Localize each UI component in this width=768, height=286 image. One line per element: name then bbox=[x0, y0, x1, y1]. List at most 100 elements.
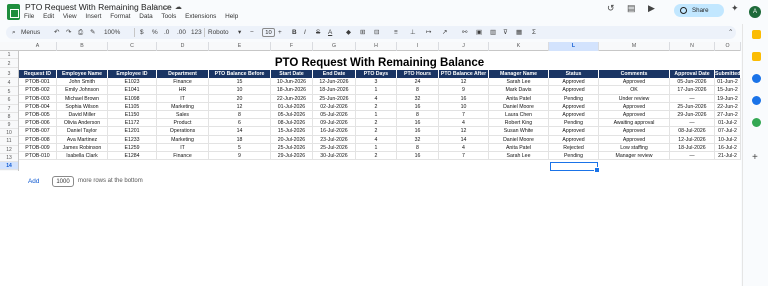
filter-views-icon[interactable]: ▦ bbox=[516, 27, 522, 38]
table-cell[interactable]: 05-Jul-2026 bbox=[271, 111, 313, 120]
table-cell[interactable]: 08-Jul-2026 bbox=[670, 127, 715, 136]
table-cell[interactable]: John Smith bbox=[57, 78, 108, 87]
merge-cells-icon[interactable]: ⊟ bbox=[374, 27, 379, 38]
table-cell[interactable]: 23-Jul-2026 bbox=[313, 135, 356, 144]
table-cell[interactable]: 9 bbox=[209, 152, 271, 161]
functions-icon[interactable]: Σ bbox=[532, 27, 536, 38]
header-cell[interactable]: Employee Name bbox=[57, 70, 108, 79]
borders-icon[interactable]: ⊞ bbox=[360, 27, 365, 38]
table-cell[interactable]: 09-Jul-2026 bbox=[313, 119, 356, 128]
header-cell[interactable]: Employee ID bbox=[108, 70, 157, 79]
table-cell[interactable]: 18-Jun-2026 bbox=[271, 86, 313, 95]
table-cell[interactable]: 2 bbox=[356, 102, 397, 111]
table-cell[interactable]: 4 bbox=[356, 135, 397, 144]
cloud-icon[interactable]: ☁ bbox=[175, 4, 187, 11]
row-header-6[interactable]: 6 bbox=[0, 96, 18, 105]
gemini-icon[interactable]: ✦ bbox=[731, 3, 739, 14]
table-cell[interactable]: Ava Martinez bbox=[57, 135, 108, 144]
table-cell[interactable]: Isabella Clark bbox=[57, 152, 108, 161]
paint-format-icon[interactable]: ✎ bbox=[90, 27, 95, 38]
table-cell[interactable]: E1201 bbox=[108, 127, 157, 136]
table-cell[interactable]: 01-Jun-2 bbox=[715, 78, 741, 87]
table-cell[interactable]: Mark Davis bbox=[489, 86, 549, 95]
table-cell[interactable]: 19-Jun-2 bbox=[715, 94, 741, 103]
table-cell[interactable]: 2 bbox=[356, 119, 397, 128]
avatar[interactable]: A bbox=[749, 6, 761, 18]
table-cell[interactable]: PTOB-004 bbox=[19, 102, 57, 111]
folder-icon[interactable]: ▭ bbox=[163, 4, 175, 11]
table-cell[interactable]: — bbox=[670, 119, 715, 128]
table-cell[interactable]: Approved bbox=[599, 78, 670, 87]
table-cell[interactable]: 7 bbox=[439, 111, 489, 120]
table-cell[interactable]: 18 bbox=[209, 135, 271, 144]
table-cell[interactable]: 15-Jul-2026 bbox=[271, 127, 313, 136]
table-cell[interactable]: 05-Jun-2026 bbox=[670, 78, 715, 87]
sheets-logo-icon[interactable] bbox=[7, 4, 20, 20]
table-cell[interactable]: PTOB-007 bbox=[19, 127, 57, 136]
header-cell[interactable]: PTO Balance Before bbox=[209, 70, 271, 79]
menu-insert[interactable]: Insert bbox=[85, 13, 101, 20]
table-cell[interactable]: IT bbox=[157, 143, 209, 152]
collapse-toolbar-icon[interactable]: ⌃ bbox=[728, 27, 733, 38]
table-cell[interactable]: 05-Jul-2026 bbox=[313, 111, 356, 120]
decrease-font-icon[interactable]: − bbox=[250, 27, 254, 38]
table-cell[interactable]: 16-Jul-2 bbox=[715, 143, 741, 152]
table-cell[interactable]: Under review bbox=[599, 94, 670, 103]
table-cell[interactable]: 4 bbox=[439, 143, 489, 152]
table-cell[interactable]: 25-Jul-2026 bbox=[313, 143, 356, 152]
table-cell[interactable]: 7 bbox=[439, 152, 489, 161]
table-cell[interactable]: 12 bbox=[439, 78, 489, 87]
column-header-b[interactable]: B bbox=[57, 42, 108, 51]
table-cell[interactable]: 2 bbox=[356, 152, 397, 161]
table-cell[interactable]: 10-Jun-2026 bbox=[271, 78, 313, 87]
menu-tools[interactable]: Tools bbox=[161, 13, 176, 20]
row-header-3[interactable]: 3 bbox=[0, 70, 18, 78]
table-cell[interactable]: 10-Jul-2 bbox=[715, 135, 741, 144]
table-cell[interactable]: 30-Jul-2026 bbox=[313, 152, 356, 161]
row-header-9[interactable]: 9 bbox=[0, 121, 18, 130]
row-header-11[interactable]: 11 bbox=[0, 137, 18, 146]
row-header-14[interactable]: 14 bbox=[0, 162, 18, 171]
table-cell[interactable]: 12-Jun-2026 bbox=[313, 78, 356, 87]
row-header-5[interactable]: 5 bbox=[0, 88, 18, 97]
text-rotation-icon[interactable]: ↗ bbox=[442, 27, 447, 38]
selected-cell[interactable] bbox=[550, 162, 600, 173]
table-cell[interactable]: 25-Jun-2026 bbox=[670, 102, 715, 111]
column-header-l[interactable]: L bbox=[549, 42, 599, 51]
header-cell[interactable]: Department bbox=[157, 70, 209, 79]
column-header-m[interactable]: M bbox=[599, 42, 670, 51]
contacts-icon[interactable] bbox=[752, 96, 761, 105]
table-cell[interactable]: Anita Patel bbox=[489, 143, 549, 152]
rows-count-input[interactable]: 1000 bbox=[52, 176, 74, 187]
align-vertical-icon[interactable]: ⊥ bbox=[410, 27, 416, 38]
table-cell[interactable]: OK bbox=[599, 86, 670, 95]
table-cell[interactable]: PTOB-002 bbox=[19, 86, 57, 95]
table-cell[interactable]: Daniel Moore bbox=[489, 102, 549, 111]
table-cell[interactable]: 01-Jul-2 bbox=[715, 119, 741, 128]
table-cell[interactable]: 22-Jun-2 bbox=[715, 102, 741, 111]
star-icon[interactable]: ☆ bbox=[152, 4, 163, 11]
row-header-1[interactable]: 1 bbox=[0, 51, 18, 60]
column-header-n[interactable]: N bbox=[670, 42, 715, 51]
header-cell[interactable]: Manager Name bbox=[489, 70, 549, 79]
insert-chart-icon[interactable]: ▥ bbox=[490, 27, 496, 38]
table-cell[interactable]: 15 bbox=[209, 78, 271, 87]
add-rows-button[interactable]: Add bbox=[28, 178, 39, 185]
table-cell[interactable]: IT bbox=[157, 94, 209, 103]
column-header-e[interactable]: E bbox=[209, 42, 271, 51]
table-cell[interactable]: — bbox=[670, 152, 715, 161]
table-cell[interactable]: E1284 bbox=[108, 152, 157, 161]
document-title[interactable]: PTO Request With Remaining Balance bbox=[25, 2, 172, 12]
column-header-c[interactable]: C bbox=[108, 42, 157, 51]
table-cell[interactable]: 8 bbox=[397, 143, 439, 152]
header-cell[interactable]: Approval Date bbox=[670, 70, 715, 79]
row-header-13[interactable]: 13 bbox=[0, 154, 18, 162]
table-cell[interactable]: 1 bbox=[356, 143, 397, 152]
table-cell[interactable]: 01-Jul-2026 bbox=[271, 102, 313, 111]
table-cell[interactable]: 25-Jul-2026 bbox=[271, 143, 313, 152]
table-cell[interactable]: 25-Jun-2026 bbox=[313, 94, 356, 103]
table-cell[interactable]: Operations bbox=[157, 127, 209, 136]
table-cell[interactable]: 20-Jul-2026 bbox=[271, 135, 313, 144]
table-cell[interactable]: 32 bbox=[397, 94, 439, 103]
table-cell[interactable]: Pending bbox=[549, 94, 599, 103]
